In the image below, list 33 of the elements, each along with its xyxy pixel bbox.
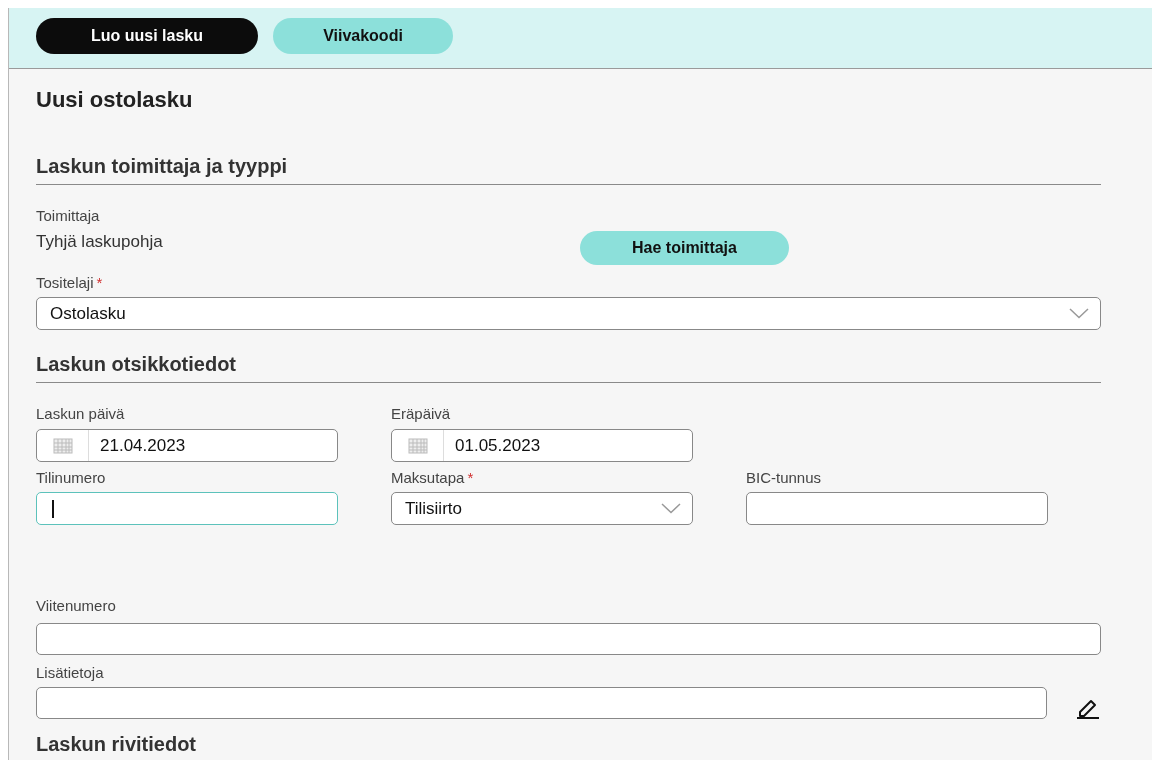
text-cursor: [52, 500, 54, 518]
section-heading: Laskun rivitiedot: [36, 733, 198, 755]
field-label: Laskun päivä: [36, 405, 125, 423]
select-field[interactable]: Ostolasku: [36, 297, 1101, 330]
calendar-icon: [52, 437, 73, 454]
calendar-icon: [407, 437, 428, 454]
field-label: Viitenumero: [36, 597, 116, 615]
required-mark: *: [467, 469, 474, 487]
edit-icon[interactable]: [1075, 697, 1101, 719]
create-invoice-button[interactable]: Luo uusi lasku: [36, 18, 258, 54]
text-field[interactable]: [36, 687, 1047, 719]
page-title: Uusi ostolasku: [36, 86, 194, 114]
barcode-button[interactable]: Viivakoodi: [273, 18, 453, 54]
field-label: Toimittaja: [36, 207, 101, 225]
date-field[interactable]: 21.04.2023: [36, 429, 338, 462]
search-supplier-button[interactable]: Hae toimittaja: [580, 231, 789, 265]
required-mark: *: [96, 274, 103, 292]
supplier-value: Tyhjä laskupohja: [36, 231, 164, 253]
section-heading: Laskun otsikkotiedot: [36, 352, 238, 376]
select-field[interactable]: Tilisiirto: [391, 492, 693, 525]
text-field[interactable]: [746, 492, 1048, 525]
text-field[interactable]: [36, 492, 338, 525]
chevron-down-icon: [661, 503, 681, 514]
field-label: Tilinumero: [36, 469, 106, 487]
date-field[interactable]: 01.05.2023: [391, 429, 693, 462]
field-label: BIC-tunnus: [746, 469, 822, 487]
text-field[interactable]: [36, 623, 1101, 655]
chevron-down-icon: [1069, 308, 1089, 319]
field-label: Maksutapa: [391, 469, 465, 487]
field-label: Eräpäivä: [391, 405, 451, 423]
field-label: Lisätietoja: [36, 664, 104, 682]
section-heading: Laskun toimittaja ja tyyppi: [36, 154, 289, 178]
field-label: Tositelaji: [36, 274, 94, 292]
